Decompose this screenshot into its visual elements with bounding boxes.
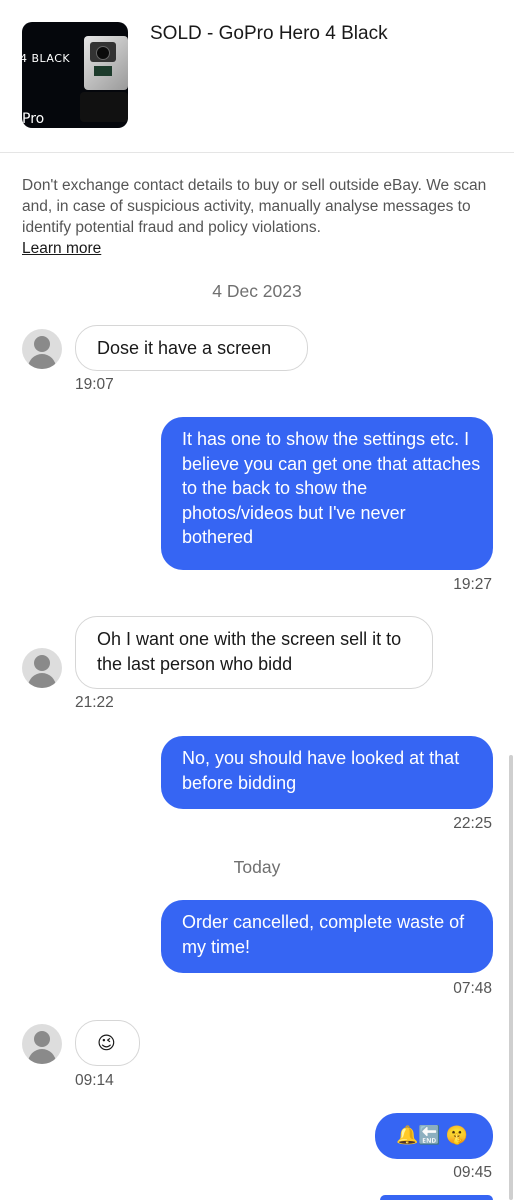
message-bubble-incoming[interactable]: Dose it have a screen [75, 325, 308, 371]
message-time: 19:27 [453, 576, 492, 593]
message-time: 09:45 [453, 1164, 492, 1181]
safety-notice: Don't exchange contact details to buy or… [22, 175, 494, 259]
listing-thumbnail[interactable]: 4 BLACK Pro [22, 22, 128, 128]
avatar-icon[interactable] [22, 1024, 62, 1064]
avatar-icon[interactable] [22, 329, 62, 369]
thumbnail-logo-text: Pro [22, 111, 45, 127]
date-separator: 4 Dec 2023 [212, 281, 302, 301]
message-bubble-outgoing-partial[interactable] [380, 1195, 493, 1200]
listing-title[interactable]: SOLD - GoPro Hero 4 Black [150, 23, 388, 45]
message-bubble-outgoing[interactable]: Order cancelled, complete waste of my ti… [161, 900, 493, 973]
message-bubble-outgoing[interactable]: No, you should have looked at that befor… [161, 736, 493, 809]
message-time: 09:14 [75, 1072, 114, 1089]
learn-more-link[interactable]: Learn more [22, 238, 101, 259]
message-time: 21:22 [75, 694, 114, 711]
message-bubble-incoming[interactable]: 😉 [75, 1020, 140, 1066]
message-bubble-outgoing[interactable]: It has one to show the settings etc. I b… [161, 417, 493, 570]
safety-notice-text: Don't exchange contact details to buy or… [22, 177, 487, 236]
avatar-icon[interactable] [22, 648, 62, 688]
camera-mount-image [80, 92, 128, 122]
thumbnail-brand-text: 4 BLACK [22, 52, 71, 65]
date-separator: Today [233, 857, 281, 877]
listing-header[interactable]: 4 BLACK Pro SOLD - GoPro Hero 4 Black [0, 0, 514, 153]
message-bubble-incoming[interactable]: Oh I want one with the screen sell it to… [75, 616, 433, 689]
message-time: 22:25 [453, 815, 492, 832]
message-time: 19:07 [75, 376, 114, 393]
message-time: 07:48 [453, 980, 492, 997]
camera-image [84, 36, 128, 90]
scrollbar[interactable] [509, 755, 513, 1200]
message-bubble-outgoing[interactable]: 🔔🔚 🤫 [375, 1113, 493, 1159]
